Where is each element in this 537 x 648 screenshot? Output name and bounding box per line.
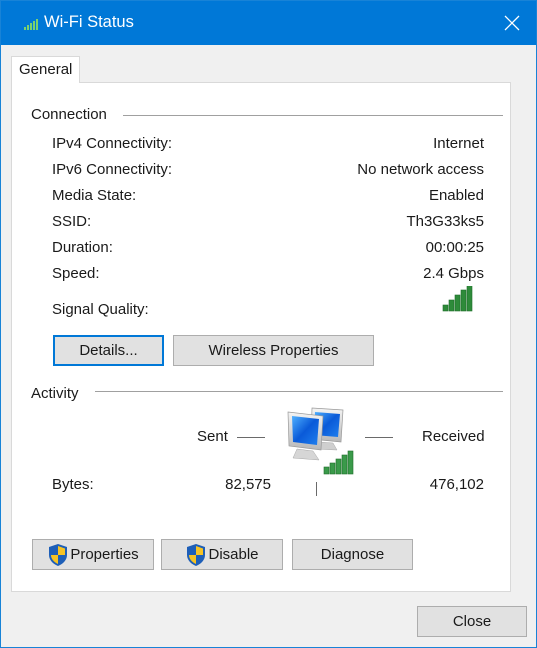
- wifi-status-window: Wi-Fi Status General Connection IPv4 Con…: [0, 0, 537, 648]
- bytes-sent-value: 82,575: [225, 476, 271, 493]
- diagnose-button[interactable]: Diagnose: [292, 539, 413, 570]
- tab-general[interactable]: General: [11, 56, 80, 83]
- uac-shield-icon: [187, 543, 206, 566]
- bytes-received-value: 476,102: [429, 476, 484, 493]
- ssid-label: SSID:: [52, 213, 92, 230]
- close-icon: [504, 15, 519, 31]
- signal-quality-label: Signal Quality:: [52, 301, 149, 318]
- details-button[interactable]: Details...: [53, 335, 164, 366]
- signal-bar: [460, 289, 467, 312]
- speed-value: 2.4 Gbps: [423, 265, 484, 282]
- window-title: Wi-Fi Status: [44, 13, 134, 31]
- speed-label: Speed:: [52, 265, 100, 282]
- wireless-properties-button[interactable]: Wireless Properties: [173, 335, 374, 366]
- properties-button-label: Properties: [70, 546, 139, 563]
- activity-signal-bars: [323, 450, 354, 475]
- media-state-value: Enabled: [428, 187, 484, 204]
- signal-bar: [448, 299, 455, 312]
- signal-strength-icon: [442, 286, 473, 312]
- media-state-label: Media State:: [52, 187, 137, 204]
- disable-button[interactable]: Disable: [161, 539, 283, 570]
- activity-group-title: Activity: [31, 385, 79, 402]
- connection-group-title: Connection: [31, 106, 107, 123]
- ipv6-label: IPv6 Connectivity:: [52, 161, 173, 178]
- bytes-divider: [316, 482, 317, 496]
- disable-button-label: Disable: [208, 546, 259, 563]
- duration-label: Duration:: [52, 239, 113, 256]
- connection-divider: [123, 115, 503, 116]
- ssid-value: Th3G33ks5: [406, 213, 484, 230]
- received-label: Received: [422, 428, 485, 445]
- ipv4-value: Internet: [433, 135, 484, 152]
- network-computers-icon: [287, 407, 354, 475]
- title-close-button[interactable]: [487, 1, 536, 45]
- signal-bar: [466, 286, 473, 312]
- ipv6-value: No network access: [357, 161, 484, 178]
- signal-bar: [442, 304, 449, 312]
- activity-divider: [95, 391, 503, 392]
- received-connector-line: [365, 437, 393, 438]
- close-button[interactable]: Close: [417, 606, 527, 637]
- properties-button[interactable]: Properties: [32, 539, 154, 570]
- ipv4-label: IPv4 Connectivity:: [52, 135, 173, 152]
- signal-bar: [454, 294, 461, 312]
- bytes-label: Bytes:: [52, 476, 94, 493]
- uac-shield-icon: [49, 543, 68, 566]
- title-bar[interactable]: Wi-Fi Status: [1, 1, 536, 45]
- wifi-signal-icon: [24, 19, 38, 30]
- sent-connector-line: [237, 437, 265, 438]
- sent-label: Sent: [197, 428, 228, 445]
- duration-value: 00:00:25: [425, 239, 484, 256]
